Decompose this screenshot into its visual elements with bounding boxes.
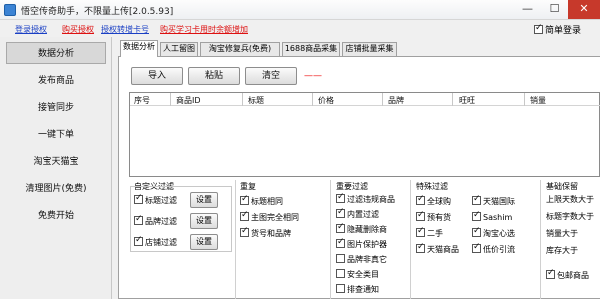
checkbox-icon: [472, 210, 481, 221]
nav-item-sync[interactable]: 接管同步: [6, 97, 106, 119]
low-price-traffic-checkbox[interactable]: 低价引流: [472, 242, 515, 255]
app-icon: [4, 4, 16, 16]
basic-retain-title: 基础保留: [546, 182, 578, 191]
shop-filter-settings-button[interactable]: 设置: [190, 234, 218, 250]
presale-checkbox[interactable]: 预有货: [416, 210, 451, 223]
nav-item-publish[interactable]: 发布商品: [6, 70, 106, 92]
checkbox-icon: [416, 226, 425, 237]
nav-item-free-start[interactable]: 免费开始: [6, 205, 106, 227]
col-header-index[interactable]: 序号: [134, 95, 150, 106]
checkbox-icon: [134, 235, 143, 246]
filter-violation-checkbox[interactable]: 过滤违规商品: [336, 192, 395, 205]
global-buy-checkbox[interactable]: 全球购: [416, 194, 451, 207]
import-button[interactable]: 导入: [131, 67, 183, 85]
column-divider: [312, 93, 313, 106]
checkbox-icon: [336, 237, 345, 248]
window-title: 悟空传奇助手，不限量上传[2.0.5.93]: [21, 7, 174, 17]
col-header-title[interactable]: 标题: [248, 95, 264, 106]
sku-brand-checkbox[interactable]: 货号和品牌: [240, 226, 291, 239]
title-filter-checkbox[interactable]: 标题过滤: [134, 193, 177, 206]
checkbox-icon: [336, 254, 345, 263]
maximize-button[interactable]: ☐: [541, 0, 568, 19]
checkbox-icon: [336, 222, 345, 233]
second-hand-checkbox[interactable]: 二手: [416, 226, 443, 239]
column-divider: [170, 93, 171, 106]
link-transfer-card[interactable]: 授权转增卡号: [101, 24, 149, 35]
same-title-checkbox[interactable]: 标题相同: [240, 194, 283, 207]
checkbox-icon: [240, 210, 249, 221]
close-button[interactable]: ✕: [568, 0, 600, 19]
checkbox-icon: [240, 194, 249, 205]
checkbox-icon: [534, 23, 543, 34]
shop-filter-checkbox[interactable]: 店铺过滤: [134, 235, 177, 248]
stock-min-label: 库存大于: [546, 246, 578, 255]
nav-item-taobao-tmall[interactable]: 淘宝天猫宝: [6, 151, 106, 173]
column-divider: [382, 93, 383, 106]
simple-login-checkbox[interactable]: 简单登录: [534, 23, 581, 36]
nav-item-one-click-order[interactable]: 一键下单: [6, 124, 106, 146]
safe-category-checkbox[interactable]: 安全类目: [336, 269, 379, 280]
tab-taobao-repair[interactable]: 淘宝修复兵(免费): [200, 42, 280, 56]
special-filter-title: 特殊过滤: [416, 182, 448, 191]
tab-1688-collect[interactable]: 1688商品采集: [282, 42, 340, 56]
checkbox-icon: [134, 193, 143, 204]
nav-item-data-analysis[interactable]: 数据分析: [6, 42, 106, 64]
link-login-auth[interactable]: 登录授权: [15, 24, 47, 35]
tab-shop-batch-collect[interactable]: 店铺批量采集: [342, 42, 397, 56]
clear-button[interactable]: 清空: [245, 67, 297, 85]
nav-item-clean-images[interactable]: 清理图片(免费): [6, 178, 106, 200]
col-header-price[interactable]: 价格: [318, 95, 334, 106]
dedupe-title: 重复: [240, 182, 256, 191]
checkbox-icon: [472, 242, 481, 253]
tab-manual-image[interactable]: 人工留图: [160, 42, 198, 56]
group-separator: [330, 180, 331, 299]
taobao-select-checkbox[interactable]: 淘宝心选: [472, 226, 515, 239]
group-separator: [410, 180, 411, 299]
builtin-filter-checkbox[interactable]: 内置过滤: [336, 207, 379, 220]
checkbox-icon: [416, 242, 425, 253]
group-separator: [235, 180, 236, 299]
tmall-product-checkbox[interactable]: 天猫商品: [416, 242, 459, 255]
hide-deleted-checkbox[interactable]: 隐藏删除商: [336, 222, 387, 235]
column-divider: [452, 93, 453, 106]
checkbox-icon: [416, 194, 425, 205]
col-header-brand[interactable]: 品牌: [388, 95, 404, 106]
col-header-wangwang[interactable]: 旺旺: [459, 95, 475, 106]
tmall-global-checkbox[interactable]: 天猫国际: [472, 194, 515, 207]
column-divider: [524, 93, 525, 106]
sashim-checkbox[interactable]: Sashim: [472, 210, 512, 222]
link-buy-auth[interactable]: 购买授权: [62, 24, 94, 35]
checkbox-icon: [546, 268, 555, 279]
image-protector-checkbox[interactable]: 图片保护器: [336, 237, 387, 250]
checkbox-icon: [134, 214, 143, 225]
same-main-image-checkbox[interactable]: 主图完全相同: [240, 210, 299, 223]
checkbox-icon: [472, 226, 481, 237]
minimize-button[interactable]: —: [514, 0, 541, 19]
group-separator: [540, 180, 541, 299]
col-header-sales[interactable]: 销量: [530, 95, 546, 106]
checkbox-icon: [472, 194, 481, 205]
checkbox-icon: [336, 284, 345, 293]
brand-filter-settings-button[interactable]: 设置: [190, 213, 218, 229]
check-notice-checkbox[interactable]: 排查通知: [336, 284, 379, 295]
checkbox-icon: [336, 269, 345, 278]
title-filter-settings-button[interactable]: 设置: [190, 192, 218, 208]
sales-min-label: 销量大于: [546, 229, 578, 238]
checkbox-icon: [336, 192, 345, 203]
tab-data-analysis[interactable]: 数据分析: [120, 40, 158, 57]
col-header-product-id[interactable]: 商品ID: [176, 95, 201, 106]
free-shipping-checkbox[interactable]: 包邮商品: [546, 268, 589, 281]
link-buy-study-card[interactable]: 购买学习卡用时余额增加: [160, 24, 248, 35]
brand-filter-checkbox[interactable]: 品牌过滤: [134, 214, 177, 227]
checkbox-icon: [240, 226, 249, 237]
brand-not-real-checkbox[interactable]: 品牌非真它: [336, 254, 387, 265]
paste-button[interactable]: 粘贴: [188, 67, 240, 85]
status-dash: ——: [304, 71, 322, 81]
checkbox-icon: [336, 207, 345, 218]
shelf-days-label: 上限天数大于: [546, 195, 594, 204]
checkbox-icon: [416, 210, 425, 221]
focus-filter-title: 重要过滤: [336, 182, 368, 191]
title-length-label: 标题字数大于: [546, 212, 594, 221]
column-divider: [242, 93, 243, 106]
